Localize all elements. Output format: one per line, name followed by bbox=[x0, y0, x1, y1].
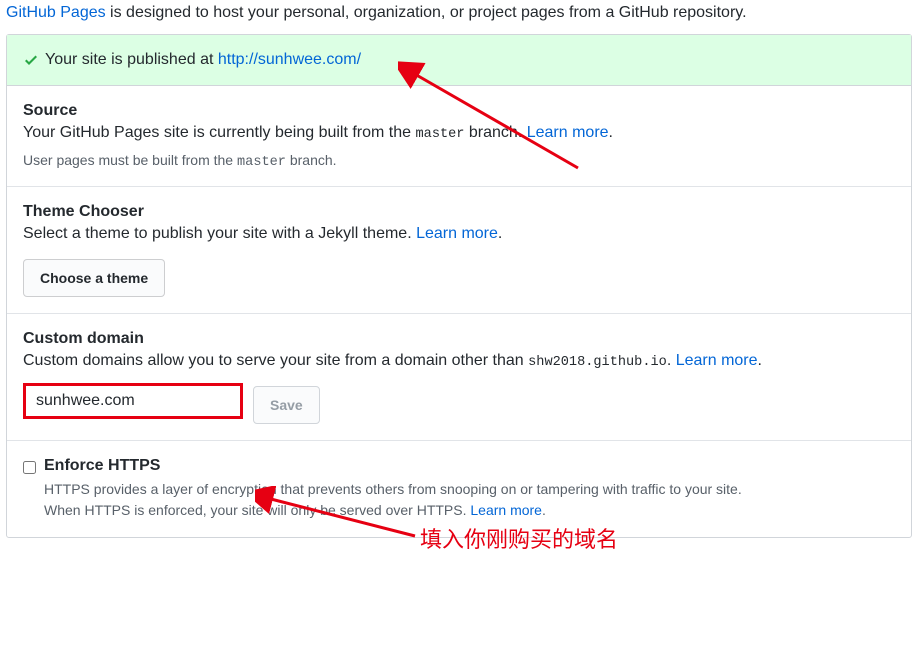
check-icon bbox=[23, 52, 39, 68]
source-desc: Your GitHub Pages site is currently bein… bbox=[23, 124, 895, 142]
enforce-https-detail: HTTPS provides a layer of encryption tha… bbox=[44, 479, 895, 521]
custom-domain-desc: Custom domains allow you to serve your s… bbox=[23, 352, 895, 370]
published-flash: Your site is published at http://sunhwee… bbox=[7, 35, 911, 86]
settings-panel: Your site is published at http://sunhwee… bbox=[6, 34, 912, 538]
branch-name: master bbox=[416, 127, 465, 142]
choose-theme-button[interactable]: Choose a theme bbox=[23, 259, 165, 297]
note-branch-name: master bbox=[237, 155, 286, 170]
enforce-https-heading: Enforce HTTPS bbox=[44, 457, 895, 475]
custom-domain-heading: Custom domain bbox=[23, 330, 895, 348]
source-learn-more-link[interactable]: Learn more bbox=[527, 124, 609, 141]
save-button[interactable]: Save bbox=[253, 386, 320, 424]
source-section: Source Your GitHub Pages site is current… bbox=[7, 86, 911, 187]
theme-desc: Select a theme to publish your site with… bbox=[23, 225, 895, 243]
published-url-link[interactable]: http://sunhwee.com/ bbox=[218, 51, 361, 68]
enforce-https-checkbox[interactable] bbox=[23, 461, 36, 474]
https-learn-more-link[interactable]: Learn more bbox=[470, 502, 542, 518]
intro-text: GitHub Pages is designed to host your pe… bbox=[0, 0, 918, 34]
intro-rest: is designed to host your personal, organ… bbox=[106, 4, 747, 21]
theme-section: Theme Chooser Select a theme to publish … bbox=[7, 187, 911, 314]
theme-learn-more-link[interactable]: Learn more bbox=[416, 225, 498, 242]
custom-domain-section: Custom domain Custom domains allow you t… bbox=[7, 314, 911, 441]
source-heading: Source bbox=[23, 102, 895, 120]
flash-prefix: Your site is published at bbox=[45, 51, 218, 68]
custom-domain-learn-more-link[interactable]: Learn more bbox=[676, 352, 758, 369]
enforce-https-section: Enforce HTTPS HTTPS provides a layer of … bbox=[7, 441, 911, 537]
theme-heading: Theme Chooser bbox=[23, 203, 895, 221]
source-note: User pages must be built from the master… bbox=[23, 152, 895, 170]
github-pages-link[interactable]: GitHub Pages bbox=[6, 4, 106, 21]
default-domain: shw2018.github.io bbox=[528, 355, 667, 370]
custom-domain-input[interactable] bbox=[23, 383, 243, 419]
